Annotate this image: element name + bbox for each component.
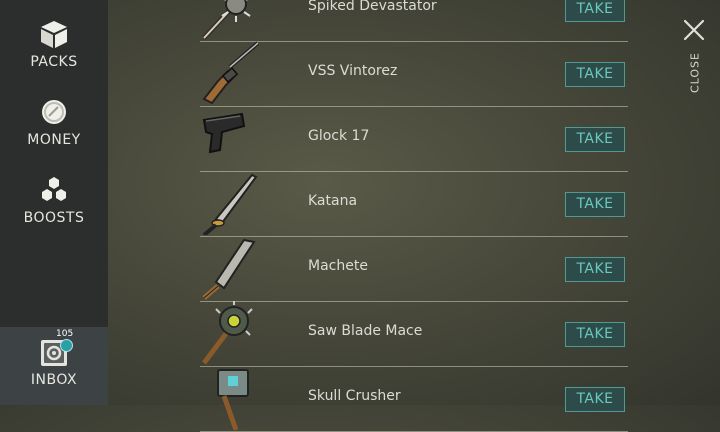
pistol-icon	[202, 112, 246, 154]
sidebar: PACKS MONEY BOOSTS 105 INBOX	[0, 0, 108, 405]
nav-money[interactable]: MONEY	[0, 78, 108, 156]
item-name: Machete	[308, 258, 368, 274]
take-button[interactable]: TAKE	[565, 0, 625, 22]
list-item: Katana TAKE	[200, 171, 628, 237]
list-item: Machete TAKE	[200, 236, 628, 302]
reward-list: Spiked Devastator TAKE VSS Vintorez TAKE…	[200, 0, 630, 432]
nav-boosts-label: BOOSTS	[23, 210, 85, 226]
hammer-icon	[217, 369, 249, 430]
item-name: VSS Vintorez	[308, 63, 398, 79]
nav-packs-label: PACKS	[30, 54, 78, 70]
close-label: CLOSE	[688, 52, 702, 94]
hexagons-icon	[42, 177, 66, 201]
item-name: Skull Crusher	[308, 388, 401, 404]
inbox-badge-dot	[60, 339, 73, 352]
nav-money-label: MONEY	[27, 132, 81, 148]
nav-packs[interactable]: PACKS	[0, 0, 108, 78]
take-button[interactable]: TAKE	[565, 257, 625, 282]
take-button[interactable]: TAKE	[565, 127, 625, 152]
rifle-icon	[202, 41, 260, 105]
item-name: Katana	[308, 193, 358, 209]
item-name: Spiked Devastator	[308, 0, 437, 14]
list-item: Skull Crusher TAKE	[200, 366, 628, 432]
coin-icon	[42, 100, 66, 124]
item-name: Saw Blade Mace	[308, 323, 423, 339]
nav-boosts[interactable]: BOOSTS	[0, 156, 108, 234]
nav-inbox[interactable]: 105 INBOX	[0, 327, 108, 405]
list-item: VSS Vintorez TAKE	[200, 41, 628, 107]
list-item: Spiked Devastator TAKE	[200, 0, 628, 42]
inbox-badge-count: 105	[56, 329, 74, 339]
take-button[interactable]: TAKE	[565, 62, 625, 87]
close-button[interactable]: CLOSE	[674, 16, 714, 106]
nav-inbox-label: INBOX	[30, 372, 78, 388]
take-button[interactable]: TAKE	[565, 387, 625, 412]
list-item: Saw Blade Mace TAKE	[200, 301, 628, 367]
spiked-club-icon	[202, 0, 251, 40]
saw-blade-mace-icon	[202, 301, 253, 365]
take-button[interactable]: TAKE	[565, 322, 625, 347]
list-item: Glock 17 TAKE	[200, 106, 628, 172]
katana-icon	[202, 173, 258, 235]
machete-icon	[202, 238, 256, 300]
take-button[interactable]: TAKE	[565, 192, 625, 217]
cube-icon	[41, 21, 67, 48]
item-name: Glock 17	[308, 128, 370, 144]
